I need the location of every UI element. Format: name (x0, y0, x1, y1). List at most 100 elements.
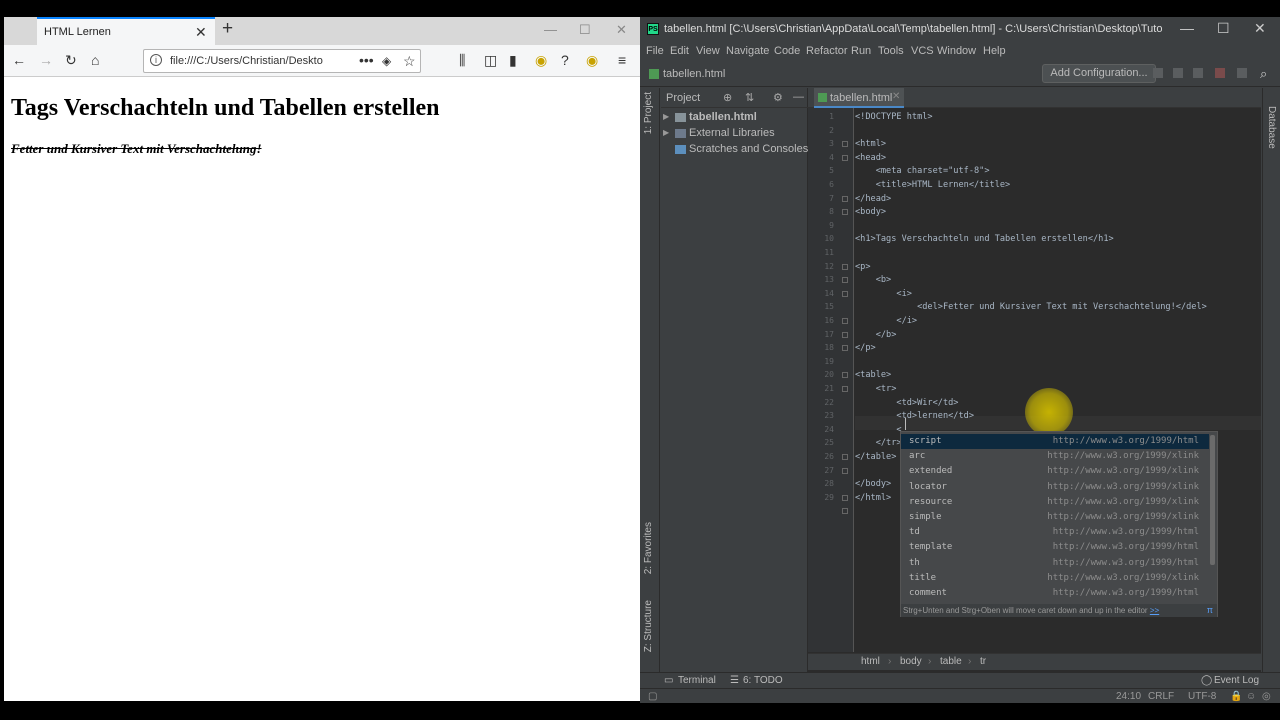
completion-item[interactable]: template http://www.w3.org/1999/html (901, 540, 1209, 555)
code-line[interactable]: <body> (855, 205, 1261, 219)
menu-vcs[interactable]: VCS (911, 45, 934, 57)
extension-icon[interactable]: ◉ (586, 52, 598, 69)
tree-item-external-libraries[interactable]: ▶ External Libraries (661, 126, 808, 142)
library-icon[interactable]: ⫼ (459, 52, 465, 69)
code-line[interactable]: <title>HTML Lernen</title> (855, 178, 1261, 192)
locate-icon[interactable]: ⊕ (723, 91, 732, 104)
code-line[interactable]: <table> (855, 368, 1261, 382)
code-line[interactable] (855, 355, 1261, 369)
page-info-icon[interactable]: i (150, 54, 162, 66)
fold-marker-icon[interactable] (842, 331, 848, 338)
sidebar-icon[interactable]: ◫ (484, 52, 497, 69)
maximize-icon[interactable]: ☐ (579, 22, 591, 38)
menu-navigate[interactable]: Navigate (726, 45, 769, 57)
menu-edit[interactable]: Edit (670, 45, 689, 57)
ide-minimize-icon[interactable]: — (1180, 20, 1194, 36)
breadcrumb-body[interactable]: body (900, 656, 922, 667)
fold-marker-icon[interactable] (842, 508, 848, 515)
project-view-selector[interactable]: Project (666, 92, 700, 104)
completion-item[interactable]: td http://www.w3.org/1999/html (901, 525, 1209, 540)
fold-marker-icon[interactable] (842, 195, 848, 202)
fold-marker-icon[interactable] (842, 141, 848, 148)
inspector-icon[interactable]: ☺ (1246, 691, 1256, 702)
stop-icon[interactable] (1237, 68, 1247, 78)
completion-item[interactable]: comment http://www.w3.org/1999/html (901, 586, 1209, 601)
home-icon[interactable]: ⌂ (91, 52, 99, 68)
info-icon[interactable]: ▮ (509, 52, 517, 69)
completion-item[interactable]: script http://www.w3.org/1999/html (901, 434, 1209, 449)
nav-file-name[interactable]: tabellen.html (663, 68, 725, 80)
fold-marker-icon[interactable] (842, 277, 848, 284)
tab-favorites-tool[interactable]: 2: Favorites (643, 522, 654, 574)
event-log-tab[interactable]: Event Log (1214, 675, 1259, 686)
expand-arrow-icon[interactable]: ▶ (663, 128, 669, 137)
url-bar[interactable]: i file:///C:/Users/Christian/Deskto ••• … (143, 49, 421, 73)
fold-marker-icon[interactable] (842, 345, 848, 352)
menu-window[interactable]: Window (937, 45, 976, 57)
completion-hint-link[interactable]: >> (1150, 606, 1159, 615)
completion-item[interactable]: locator http://www.w3.org/1999/xlink (901, 480, 1209, 495)
code-line[interactable] (855, 219, 1261, 233)
completion-item[interactable]: th http://www.w3.org/1999/html (901, 556, 1209, 571)
tab-database-tool[interactable]: Database (1266, 106, 1277, 149)
fold-marker-icon[interactable] (842, 318, 848, 324)
memory-icon[interactable]: ◎ (1262, 691, 1271, 702)
browser-tab[interactable]: HTML Lernen ✕ (37, 17, 215, 45)
ide-close-icon[interactable]: ✕ (1254, 20, 1266, 37)
fold-marker-icon[interactable] (842, 263, 848, 270)
gear-icon[interactable]: ⚙ (773, 91, 783, 104)
menu-tools[interactable]: Tools (878, 45, 904, 57)
reload-icon[interactable]: ↻ (65, 52, 77, 69)
completion-item[interactable]: arc http://www.w3.org/1999/xlink (901, 449, 1209, 464)
menu-icon[interactable]: ≡ (618, 52, 626, 68)
fold-marker-icon[interactable] (842, 209, 848, 216)
code-line[interactable] (855, 124, 1261, 138)
code-line[interactable] (855, 246, 1261, 260)
tab-project-tool[interactable]: 1: Project (643, 92, 654, 134)
tree-item-scratches[interactable]: Scratches and Consoles (661, 142, 808, 158)
caret-position[interactable]: 24:10 (1116, 691, 1141, 702)
close-tab-icon[interactable]: ✕ (195, 24, 207, 41)
tree-item-project[interactable]: ▶ tabellen.html (661, 110, 808, 126)
code-line[interactable]: <h1>Tags Verschachteln und Tabellen erst… (855, 232, 1261, 246)
coverage-icon[interactable] (1193, 68, 1203, 78)
pocket-icon[interactable]: ◈ (382, 54, 391, 68)
completion-item[interactable]: title http://www.w3.org/1999/xlink (901, 571, 1209, 586)
code-line[interactable]: <html> (855, 137, 1261, 151)
code-line[interactable]: </p> (855, 341, 1261, 355)
code-line[interactable]: </b> (855, 328, 1261, 342)
breadcrumb-tr[interactable]: tr (980, 656, 986, 667)
file-encoding[interactable]: UTF-8 (1188, 691, 1216, 702)
code-line[interactable]: <b> (855, 273, 1261, 287)
code-line[interactable]: </i> (855, 314, 1261, 328)
back-icon[interactable]: ← (12, 52, 26, 68)
url-text[interactable]: file:///C:/Users/Christian/Deskto (170, 55, 330, 67)
menu-run[interactable]: Run (851, 45, 871, 57)
run-icon[interactable] (1153, 68, 1163, 78)
close-tab-icon[interactable]: ✕ (892, 91, 900, 102)
fold-marker-icon[interactable] (842, 290, 848, 297)
menu-file[interactable]: File (646, 45, 664, 57)
breadcrumb-table[interactable]: table (940, 656, 962, 667)
fold-marker-icon[interactable] (842, 154, 848, 161)
completion-popup[interactable]: script http://www.w3.org/1999/html arc http… (900, 431, 1218, 617)
add-configuration-button[interactable]: Add Configuration... (1042, 64, 1156, 83)
extension-search-icon[interactable]: ◉ (535, 52, 547, 69)
profile-icon[interactable] (1215, 68, 1225, 78)
debug-icon[interactable] (1173, 68, 1183, 78)
line-separator[interactable]: CRLF (1148, 691, 1174, 702)
bookmark-star-icon[interactable]: ☆ (403, 53, 416, 70)
ide-maximize-icon[interactable]: ☐ (1217, 20, 1230, 37)
menu-view[interactable]: View (696, 45, 720, 57)
tab-structure-tool[interactable]: Z: Structure (643, 600, 654, 652)
code-line[interactable]: <!DOCTYPE html> (855, 110, 1261, 124)
help-icon[interactable]: ? (561, 52, 569, 68)
completion-item[interactable]: resource http://www.w3.org/1999/xlink (901, 495, 1209, 510)
minimize-icon[interactable]: — (544, 22, 557, 37)
forward-icon[interactable]: → (39, 52, 53, 68)
completion-item[interactable]: simple http://www.w3.org/1999/xlink (901, 510, 1209, 525)
fold-marker-icon[interactable] (842, 454, 848, 460)
fold-marker-icon[interactable] (842, 467, 848, 474)
fold-marker-icon[interactable] (842, 494, 848, 501)
menu-code[interactable]: Code (774, 45, 800, 57)
